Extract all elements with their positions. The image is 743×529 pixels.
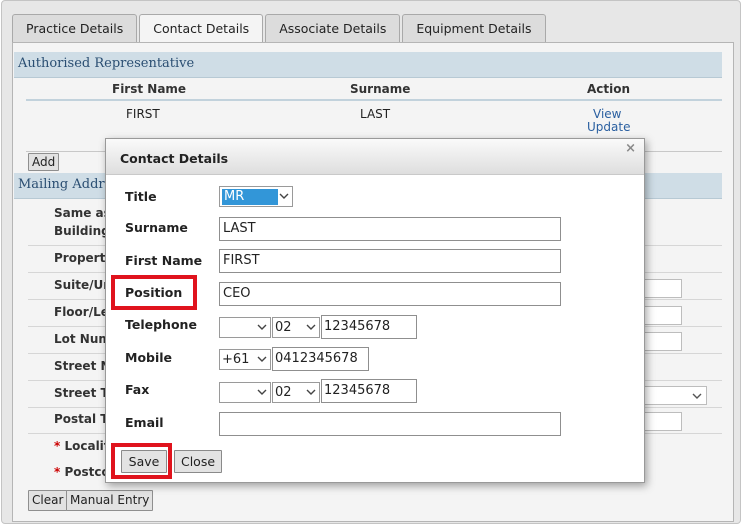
mobile-label: Mobile [125,350,173,365]
position-highlight-box [111,275,197,310]
telephone-country-select[interactable] [219,317,271,338]
close-button[interactable]: Close [174,450,222,473]
fax-area-value: 02 [275,385,292,400]
tab-practice-details[interactable]: Practice Details [12,14,138,43]
col-surname: Surname [350,82,411,96]
mobile-country-value: +61 [222,352,250,367]
add-button[interactable]: Add [28,153,60,171]
chevron-down-icon [279,193,289,199]
dialog-title: Contact Details [120,151,229,166]
title-label: Title [125,189,157,204]
email-label: Email [125,415,164,430]
rep-table-header: First Name Surname Action [26,81,722,101]
chevron-down-icon [257,356,267,362]
dialog-header: Contact Details × [106,139,644,175]
update-link[interactable]: Update [587,120,630,134]
chevron-down-icon [692,393,702,399]
dialog-body: Title MR Surname LAST First Name FIRST P… [107,176,635,476]
lot-number-input[interactable] [641,332,682,351]
fax-label: Fax [125,382,150,397]
surname-label: Surname [125,220,188,235]
fax-number-input[interactable]: 12345678 [321,379,417,403]
chevron-down-icon [257,389,267,395]
tab-bar: Practice Details Contact Details Associa… [12,14,548,44]
col-first-name: First Name [112,82,187,96]
surname-input[interactable]: LAST [219,217,561,241]
cell-first-name: FIRST [126,107,160,121]
authorised-representative-header: Authorised Representative [14,52,722,78]
manual-entry-button[interactable]: Manual Entry [66,490,154,511]
cell-surname: LAST [360,107,391,121]
contact-details-dialog: Contact Details × Title MR Surname LAST … [105,138,645,483]
street-type-select[interactable] [641,386,707,405]
close-icon[interactable]: × [625,141,636,156]
save-highlight-box [111,443,172,479]
col-action: Action [587,82,631,96]
tab-equipment-details[interactable]: Equipment Details [402,14,546,43]
suite-unit-input[interactable] [641,279,682,298]
view-link[interactable]: View [593,107,621,121]
telephone-number-input[interactable]: 12345678 [321,315,417,339]
mobile-number-input[interactable]: 0412345678 [272,347,369,371]
telephone-label: Telephone [125,317,197,332]
title-select[interactable]: MR [219,186,293,207]
first-name-input[interactable]: FIRST [219,249,561,273]
telephone-area-select[interactable]: 02 [272,317,320,338]
floor-level-input[interactable] [641,306,682,325]
tab-associate-details[interactable]: Associate Details [265,14,401,43]
clear-button[interactable]: Clear [28,490,68,511]
required-marker: * [54,465,61,479]
position-input[interactable]: CEO [219,282,561,306]
email-input[interactable] [219,412,561,436]
telephone-area-value: 02 [275,320,292,335]
same-as-label: Same as [54,206,111,220]
building-label: Building [54,224,110,238]
fax-country-select[interactable] [219,382,271,403]
first-name-label: First Name [125,253,203,268]
chevron-down-icon [306,324,316,330]
title-select-value: MR [222,189,278,205]
mobile-country-select[interactable]: +61 [219,349,271,370]
chevron-down-icon [306,389,316,395]
fax-area-select[interactable]: 02 [272,382,320,403]
tab-contact-details[interactable]: Contact Details [139,14,264,44]
required-marker: * [54,439,61,453]
postal-type-input[interactable] [641,412,682,431]
chevron-down-icon [257,324,267,330]
